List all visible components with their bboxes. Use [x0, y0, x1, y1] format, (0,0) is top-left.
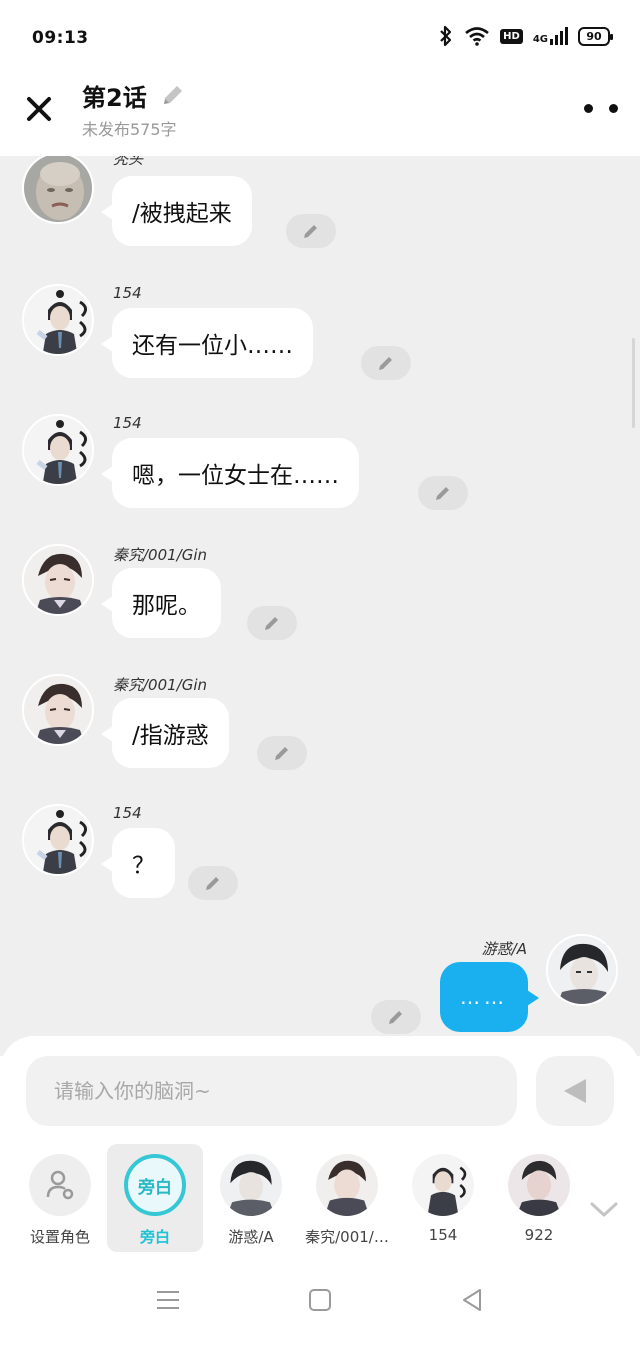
editor-header: 第2话 未发布575字 [0, 76, 640, 156]
status-icons: HD 4G 90 [438, 25, 613, 47]
send-icon [564, 1079, 586, 1103]
edit-message-button[interactable] [257, 736, 307, 770]
speaker-name: 秦究/001/Gin [113, 546, 208, 564]
edit-message-button[interactable] [371, 1000, 421, 1034]
qinjiu-avatar [316, 1154, 378, 1216]
role-option[interactable]: 游惑/A [203, 1144, 299, 1252]
role-avatar [29, 1154, 91, 1216]
speaker-name: 秃头 [113, 156, 144, 168]
message-bubble[interactable]: /被拽起来 [101, 176, 252, 246]
role-label: 旁白 [139, 1228, 170, 1246]
message-input[interactable] [26, 1056, 517, 1126]
qinjiu-avatar[interactable] [22, 674, 94, 746]
edit-message-button[interactable] [247, 606, 297, 640]
hd-badge: HD [500, 28, 523, 44]
role-label: 154 [428, 1226, 458, 1244]
status-time: 09:13 [32, 28, 89, 48]
scrollbar[interactable] [632, 338, 635, 428]
network-type: 4G [532, 34, 548, 45]
speaker-name: 154 [113, 804, 142, 822]
system-nav-bar [0, 1250, 640, 1351]
role-label: 922 [524, 1226, 554, 1244]
pencil-icon [304, 225, 317, 238]
edit-title-button[interactable] [160, 82, 188, 110]
pencil-icon [164, 86, 182, 104]
expand-roles-button[interactable] [584, 1194, 624, 1224]
set-role-button[interactable]: 设置角色 [12, 1144, 108, 1252]
suit-character-avatar[interactable] [22, 804, 94, 876]
role-option[interactable]: 秦究/001/… [299, 1144, 395, 1252]
suit-character-avatar[interactable] [22, 284, 94, 356]
qinjiu-avatar[interactable] [22, 544, 94, 616]
role-label: 设置角色 [29, 1228, 90, 1246]
pencil-icon [379, 357, 392, 370]
speaker-name: 154 [113, 414, 142, 432]
edit-message-button[interactable] [418, 476, 468, 510]
more-dot-icon [584, 103, 593, 113]
wifi-icon [465, 27, 489, 46]
episode-title[interactable]: 第2话 [82, 78, 147, 113]
role-selector: 设置角色 旁白 旁白 游惑/A 秦究/001/… 154 922 [0, 1144, 640, 1264]
message-bubble[interactable]: 还有一位小…… [101, 308, 313, 378]
close-button[interactable] [20, 90, 58, 128]
message-bubble[interactable]: ？ [101, 828, 175, 898]
message-bubble[interactable]: 嗯，一位女士在…… [101, 438, 359, 508]
setup-role-icon [46, 1170, 74, 1200]
922-avatar [508, 1154, 570, 1216]
nav-menu-button[interactable] [148, 1280, 188, 1320]
menu-icon [157, 1291, 179, 1309]
composer-panel: 设置角色 旁白 旁白 游惑/A [0, 1036, 640, 1351]
send-button[interactable] [536, 1056, 614, 1126]
message-bubble[interactable]: …… [440, 962, 539, 1032]
pencil-icon [275, 747, 288, 760]
pencil-icon [265, 617, 278, 630]
message-bubble[interactable]: /指游惑 [101, 698, 229, 768]
close-icon [27, 97, 51, 121]
cell-signal-icon: 4G [533, 27, 568, 45]
status-bar: 09:13 HD 4G 90 [0, 0, 640, 76]
chevron-down-icon [590, 1202, 618, 1217]
suit-character-avatar[interactable] [22, 414, 94, 486]
speaker-name: 154 [113, 284, 142, 302]
draft-status: 未发布575字 [82, 120, 177, 139]
edit-message-button[interactable] [188, 866, 238, 900]
speaker-name: 秦究/001/Gin [113, 676, 208, 694]
pencil-icon [206, 877, 219, 890]
home-square-icon [309, 1289, 331, 1311]
nav-back-button[interactable] [452, 1280, 492, 1320]
role-option-aside[interactable]: 旁白 旁白 [107, 1144, 203, 1252]
edit-message-button[interactable] [286, 214, 336, 248]
youhuo-avatar [220, 1154, 282, 1216]
back-triangle-icon [463, 1289, 481, 1311]
youhuo-avatar[interactable] [546, 934, 618, 1006]
role-option[interactable]: 154 [395, 1144, 491, 1252]
role-label: 游惑/A [228, 1228, 274, 1246]
bluetooth-icon [440, 25, 452, 47]
nav-home-button[interactable] [300, 1280, 340, 1320]
more-dot-icon [609, 103, 618, 113]
more-options-button[interactable] [584, 96, 618, 120]
bald-head-avatar[interactable] [22, 156, 94, 224]
role-option[interactable]: 922 [491, 1144, 587, 1252]
speaker-name: 游惑/A [481, 940, 527, 958]
message-bubble[interactable]: 那呢。 [101, 568, 221, 638]
role-label: 秦究/001/… [305, 1228, 389, 1246]
pencil-icon [436, 487, 449, 500]
suit-character-avatar [412, 1154, 474, 1216]
battery-indicator: 90 [578, 26, 613, 46]
pencil-icon [389, 1011, 402, 1024]
chat-area[interactable]: 秃头 /被拽起来 154 还有一位小…… 154 嗯，一位女士在…… 秦究/00… [0, 156, 640, 1056]
app-root: 09:13 HD 4G 90 第2话 未发布575字 秃头 /被拽起来 154 … [0, 0, 640, 1351]
edit-message-button[interactable] [361, 346, 411, 380]
aside-role-circle: 旁白 [124, 1154, 186, 1216]
